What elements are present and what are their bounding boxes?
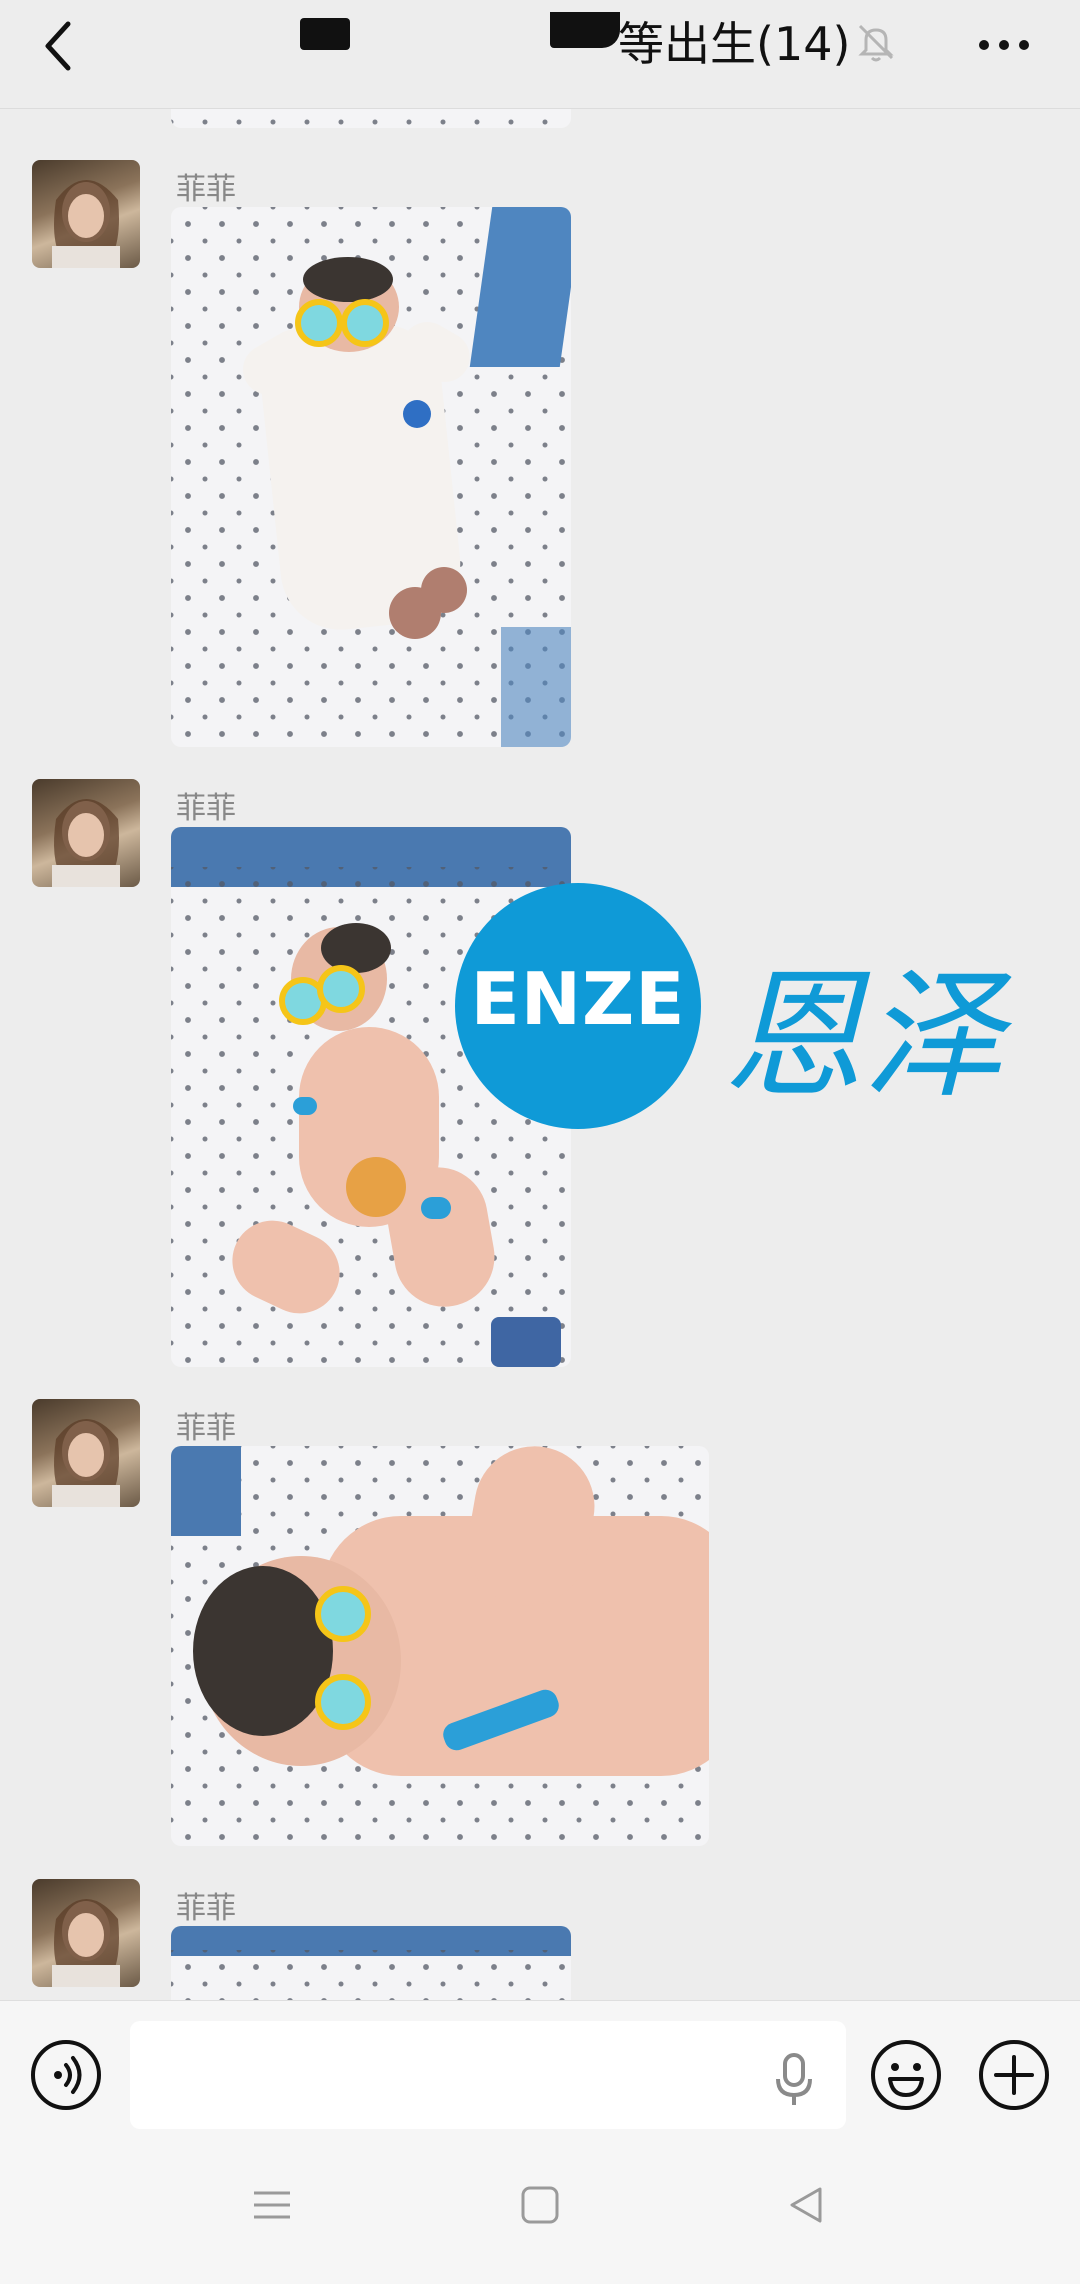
avatar[interactable] [32,1879,140,1987]
message-photo[interactable] [171,207,571,747]
more-options-button[interactable] [974,20,1034,70]
sender-name: 菲菲 [176,791,236,826]
nav-back-button[interactable] [784,2183,828,2227]
emoji-icon [871,2040,941,2110]
redaction-block [300,18,350,50]
back-triangle-icon [790,2187,822,2223]
sender-name: 菲菲 [176,172,236,207]
avatar[interactable] [32,1399,140,1507]
back-button[interactable] [28,14,92,78]
enze-logo-text: ENZE [470,957,686,1041]
nav-menu-button[interactable] [250,2183,294,2227]
emoji-button[interactable] [870,2039,942,2111]
avatar[interactable] [32,160,140,268]
redaction-block [550,12,620,48]
input-bar [0,2000,1080,2141]
chat-area[interactable]: 菲菲 菲菲 ENZE 恩泽 菲菲 菲菲 [0,0,1080,2000]
voice-toggle-button[interactable] [30,2039,102,2111]
nav-home-button[interactable] [518,2183,562,2227]
system-nav-bar [0,2141,1080,2284]
message-photo[interactable] [171,1446,709,1846]
menu-icon [254,2191,290,2219]
more-horizontal-icon [979,40,1029,50]
home-icon [521,2186,559,2224]
sender-name: 菲菲 [176,1891,236,1926]
message-photo[interactable] [171,1926,571,2000]
chevron-left-icon [45,21,71,71]
sender-name: 菲菲 [176,1411,236,1446]
more-functions-button[interactable] [978,2039,1050,2111]
avatar[interactable] [32,779,140,887]
voice-icon [31,2040,101,2110]
mic-icon[interactable] [770,2051,818,2107]
enze-logo-cn-text: 恩泽 [723,955,1004,1118]
message-input[interactable] [130,2021,846,2129]
plus-icon [979,2040,1049,2110]
chat-title: 等出生(14) [618,17,851,71]
top-bar: 等出生(14) [0,0,1080,109]
enze-watermark-logo: ENZE 恩泽 [455,883,1005,1133]
bell-off-icon [852,18,900,66]
